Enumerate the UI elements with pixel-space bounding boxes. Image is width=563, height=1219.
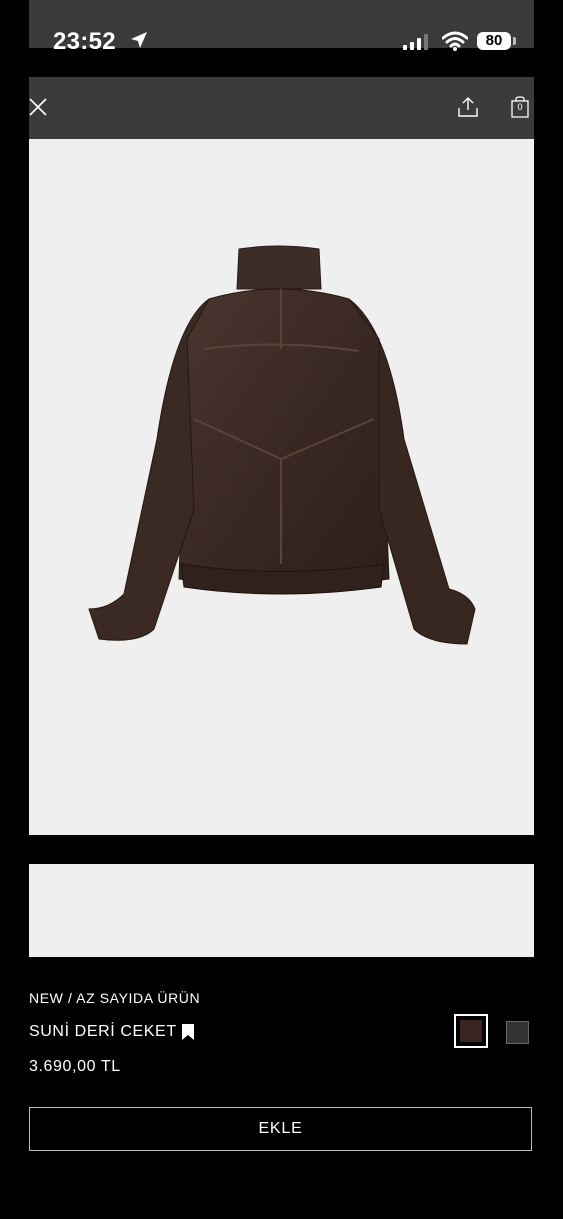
product-name: SUNİ DERİ CEKET (29, 1023, 177, 1040)
battery-indicator: 80 (477, 32, 511, 50)
color-swatch-dark[interactable] (506, 1021, 529, 1044)
bookmark-icon[interactable] (181, 1024, 195, 1040)
color-swatch-brown[interactable] (454, 1014, 488, 1048)
color-swatch-brown-fill (460, 1020, 482, 1042)
close-icon[interactable] (29, 98, 47, 116)
cellular-signal-icon (403, 34, 428, 50)
product-price: 3.690,00 TL (29, 1058, 121, 1075)
status-time: 23:52 (53, 28, 116, 55)
wifi-icon (442, 31, 468, 51)
jacket-illustration (88, 245, 476, 645)
share-icon[interactable] (457, 96, 479, 118)
product-image[interactable] (29, 139, 534, 835)
status-bar: 23:52 80 (29, 0, 534, 55)
add-to-bag-button[interactable]: EKLE (29, 1107, 532, 1151)
product-image-secondary[interactable] (29, 864, 534, 957)
bag-count: 0 (517, 102, 523, 112)
location-arrow-icon (131, 32, 147, 48)
product-top-bar: 0 (29, 77, 534, 139)
battery-tip (513, 37, 516, 45)
product-tag: NEW / AZ SAYIDA ÜRÜN (29, 990, 201, 1006)
